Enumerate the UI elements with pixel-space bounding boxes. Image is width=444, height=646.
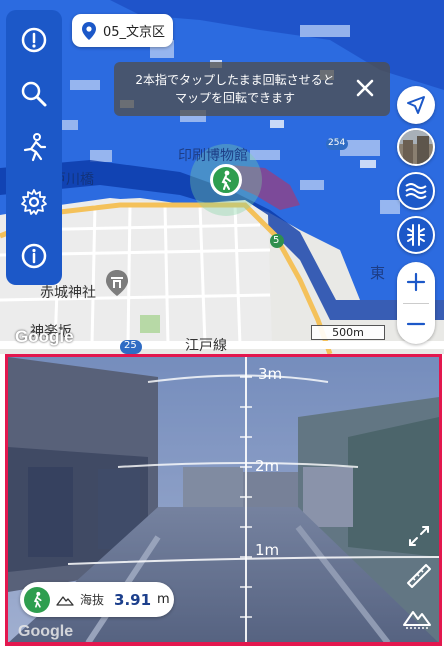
current-location-marker[interactable] [210,164,242,196]
ruler-icon[interactable] [404,561,434,591]
zoom-out-button[interactable] [397,304,435,344]
info-button[interactable] [6,234,62,278]
ruler-label-2m: 2m [255,457,280,475]
search-icon [21,81,47,107]
zoom-in-button[interactable] [397,262,435,302]
map-label-higashi: 東 [370,264,386,282]
altitude-badge: 海抜 3.91 m [20,582,174,617]
zoom-control [397,262,435,344]
toast-text: 2本指でタップしたまま回転させると マップを回転できます [135,73,335,105]
walker-icon [221,170,231,190]
railway-icon [407,224,425,246]
walker-icon [33,591,42,608]
rotate-hint-toast: 2本指でタップしたまま回転させると マップを回転できます [114,62,390,116]
water-waves-icon [405,183,427,199]
alert-button[interactable] [6,18,62,62]
flood-layer-button[interactable] [397,172,435,210]
location-pin-icon [82,21,96,40]
camera-ar-view[interactable]: 3m 2m 1m 海抜 3.91 m Google [5,354,442,646]
settings-button[interactable] [6,180,62,224]
terrain-icon[interactable] [402,601,432,631]
zoom-out-icon [406,322,426,326]
altitude-label: 海抜 [80,593,105,607]
map-label-akagi-jinja: 赤城神社 [40,285,96,301]
alert-icon [21,27,47,53]
route-marker-254: 254 [328,138,346,148]
walker-badge [24,586,50,613]
route-marker-25: 25 [124,340,137,351]
altitude-unit: m [157,592,170,607]
camera-google-logo: Google [18,623,74,640]
navigation-arrow-icon [407,96,425,114]
street-view-thumbnail[interactable] [397,128,435,166]
location-chip-label: 05_文京区 [103,25,166,40]
expand-icon[interactable] [404,521,434,551]
sidebar [6,10,62,285]
mountain-icon [56,595,74,606]
map-scale-bar: 500m [311,325,385,340]
altitude-value: 3.91 [114,590,152,609]
close-icon[interactable] [354,77,376,99]
walk-mode-button[interactable] [6,126,62,170]
info-icon [21,243,47,269]
shrine-pin-icon[interactable] [106,270,128,296]
zoom-in-icon [406,272,426,292]
navigation-button[interactable] [397,86,435,124]
gear-icon [21,189,47,215]
route-marker-5: 5 [273,235,280,246]
ruler-label-3m: 3m [258,365,283,383]
map-view[interactable]: 江戸川橋 印刷博物館 赤城神社 神楽坂 江戸線 5 25 254 東 Googl… [0,0,444,354]
map-label-edogawa-line: 江戸線 [185,338,227,354]
railway-layer-button[interactable] [397,216,435,254]
location-chip[interactable]: 05_文京区 [72,14,173,47]
search-button[interactable] [6,72,62,116]
map-google-logo: Google [15,327,74,346]
map-label-insatsu-hakubutsukan: 印刷博物館 [178,148,248,164]
street-view-image [399,130,433,164]
app-screen: 江戸川橋 印刷博物館 赤城神社 神楽坂 江戸線 5 25 254 東 Googl… [0,0,444,646]
ruler-label-1m: 1m [255,541,280,559]
runner-icon [23,133,47,162]
